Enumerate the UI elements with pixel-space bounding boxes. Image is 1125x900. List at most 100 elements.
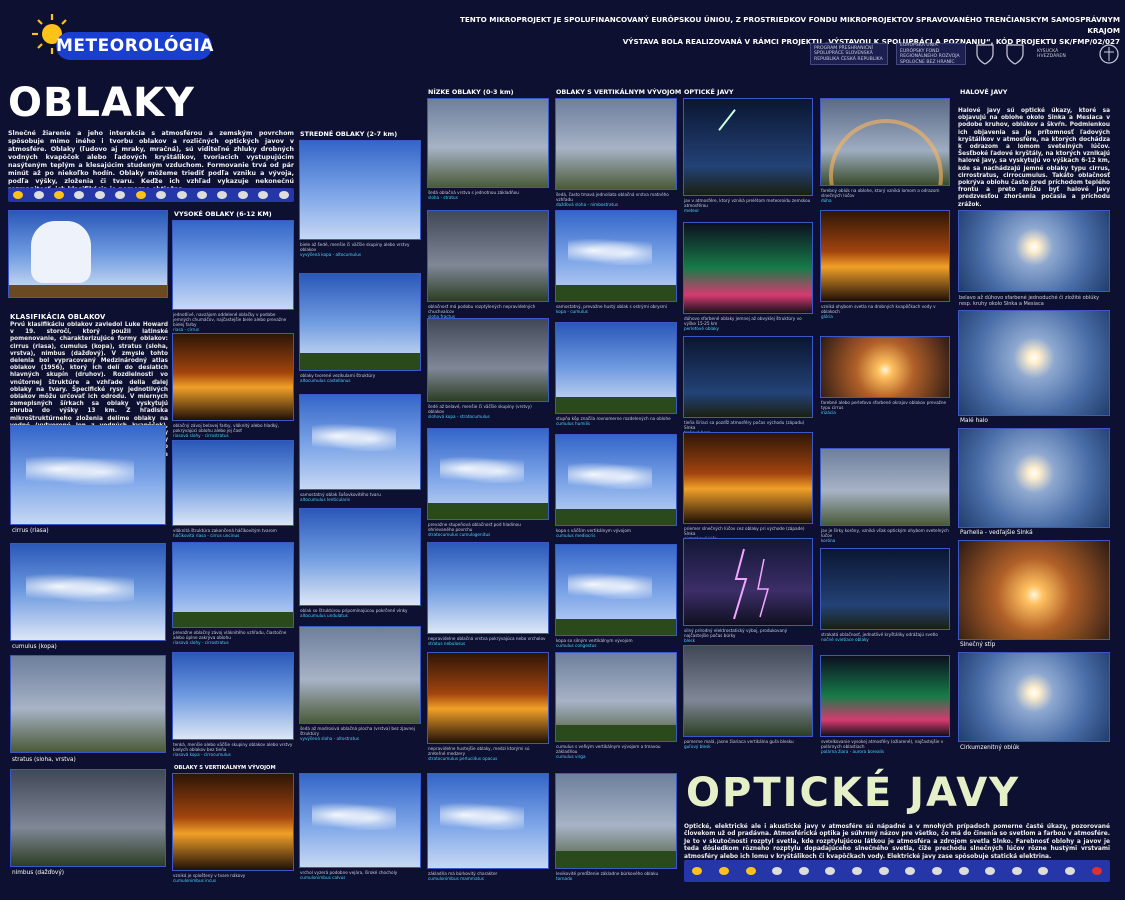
caption-opt-11: strakatá oblačnosť, jednotlivé kryštálik… [821,632,938,642]
photo-opt-10 [820,448,950,526]
caption-ver-3: stupňa kôp značila rovnomerne rozdelenýc… [556,416,671,426]
heading-vertikal-2: OBLAKY S VERTIKÁLNYM VÝVOJOM [174,765,276,771]
photo-cirrus [10,425,166,525]
caption-opt-1: jav v atmosfére, ktorý vzniká prelétom m… [684,198,811,213]
caption-niz-3: šedé až belavé, menšie či väčšie skupiny… [428,404,532,419]
photo-str-2 [299,273,421,371]
cloud-icon [33,191,44,199]
caption-halo-1: belavo až dúhovo sfarbené jednoduché či … [959,295,1100,307]
heading-vysoke-oblaky: VYSOKÉ OBLAKY (6-12 KM) [174,210,272,218]
photo-halo-2 [958,310,1110,416]
sun-icon [718,867,729,875]
cloud-icon [217,191,228,199]
caption-str-4: oblak so štruktúrou pripomínajúcou pokrč… [300,608,408,618]
photo-stratus [10,655,166,753]
photo-ver-5 [555,544,677,636]
weather-icon-bar [8,188,294,202]
snow-icon [1011,867,1022,875]
project-line-1: TENTO MIKROPROJEKT JE SPOLUFINANCOVANÝ E… [459,15,1120,35]
ice-icon [1065,867,1076,875]
photo-str-3 [299,394,421,490]
label-cirrus: cirrus (riasa) [12,528,49,534]
snow-icon [931,867,942,875]
intro-text: Slnečné žiarenie a jeho interakcia s atm… [8,130,294,193]
sun-icon [13,191,24,199]
storm-icon [905,867,916,875]
photo-opt-8 [820,210,950,302]
photo-ver-3 [555,322,677,414]
thermometer-icon [1091,867,1102,875]
heading-nizke-oblaky: NÍZKE OBLAKY (0-3 km) [428,88,514,96]
caption-vys-3: vláknitá štruktúra zakončená háčikovitým… [173,528,277,538]
caption-niz-7: základňa má búrkovitý charakter cumulonim… [428,871,498,881]
photo-opt-4 [683,432,813,524]
photo-ver-7 [555,773,677,869]
caption-opt-12: svetelkovanie vysokej atmosféry (ožiaren… [821,739,944,754]
cloud-icon [825,867,836,875]
opticke-text: Optické, elektrické ale i akustické javy… [684,824,1110,860]
caption-str-3: samostatný oblak šošovkovitého tvaru alto… [300,492,381,502]
hail-icon [1038,867,1049,875]
label-stratus: stratus (sloha, vrstva) [12,757,76,763]
photo-nimbus [10,769,166,867]
photo-halo-5 [958,652,1110,742]
title-opticke-javy: OPTICKÉ JAVY [686,770,1021,816]
sun-icon [745,867,756,875]
photo-vys-5 [172,652,294,740]
cloud-icon [772,867,783,875]
photo-halo-3 [958,428,1110,528]
cloud-icon [958,867,969,875]
caption-ver-6: cumulus s veľkým vertikálnym vývojom a t… [556,744,661,759]
caption-vys-2: oblačný závoj belavej farby, vláknitý al… [173,423,279,438]
heading-halove-javy: HALOVÉ JAVY [960,88,1008,96]
label-nimbus: nimbus (dažďový) [12,870,65,876]
storm-icon [197,191,207,199]
caption-vys-4: prevažne oblačný závoj vláknitého vzhľad… [173,630,287,645]
meteorologia-logo: METEOROLÓGIA [56,32,213,60]
photo-niz-2 [427,210,549,302]
caption-niz-2: oblačnosť má podobu rozptýlených nepravi… [428,304,536,319]
caption-vv-2: vrchol vyzerá podobne vejára, široké cho… [300,870,398,880]
partner-logo-eu: EURÓPSKA ÚNIA EURÓPSKY FOND REGIONÁLNEHO… [896,43,966,65]
caption-opt-9: farebné alebo perleťovo sfarbené okrajov… [821,400,947,415]
photo-vv-1 [172,773,294,871]
caption-opt-2: dúhovo sfarbené oblaky jemnej až obvykle… [684,316,802,331]
partner-logo-program: PROGRAM PŘESHRANIČNÍ SPOLUPRÁCE SLOVENSK… [810,43,888,65]
label-cirkumzenitny: Cirkumzenitný oblúk [960,745,1020,751]
caption-niz-1: šedá oblačná vrstva s jednotnou základňo… [428,190,519,200]
photo-niz-6 [427,652,549,744]
photo-opt-5 [683,538,813,626]
photo-niz-1 [427,98,549,188]
cloud-icon [258,191,269,199]
fog-icon [852,867,863,875]
caption-niz-6: nepravidelne hustejšie oblaky, medzi kto… [428,746,530,761]
weather-icon-bar-bottom [684,860,1110,882]
caption-opt-10: jav je šírky koróny, vzniká však optický… [821,528,949,543]
heading-opticke-javy: OPTICKÉ JAVY [684,88,734,96]
partner-logos: PROGRAM PŘESHRANIČNÍ SPOLUPRÁCE SLOVENSK… [750,40,1120,68]
photo-niz-4 [427,428,549,520]
caption-ver-4: kopa s väčším vertikálnym vývojom cumulus… [556,528,632,538]
heading-stredne-oblaky: STREDNÉ OBLAKY (2-7 km) [300,130,398,138]
coat-of-arms-icon-2 [1006,44,1024,65]
photo-opt-1 [683,98,813,196]
caption-vys-1: jednotlivé, navzájom oddelené oblačky v … [173,312,287,332]
photo-vv-2 [299,773,421,868]
photo-opt-9 [820,336,950,398]
photo-opt-11 [820,548,950,630]
caption-vv-1: vzniká je splošťený v tvare nákovy cumulo… [173,873,246,883]
photo-vys-3 [172,440,294,526]
photo-niz-3 [427,318,549,402]
caption-str-1: biele až šedé, menšie či väčšie skupiny … [300,242,410,257]
caption-str-5: šedá až modrosivá oblačná plocha (vrstva… [300,726,415,741]
photo-opt-6 [683,645,813,737]
rain-icon [798,867,809,875]
rain-icon [94,191,105,199]
caption-opt-6: pomerne malá, jasne žiariaca vertikálna … [684,739,794,749]
label-male-halo: Malé halo [960,418,988,424]
photo-str-1 [299,140,421,240]
photo-opt-7 [820,98,950,186]
sun-icon [135,191,146,199]
heading-vertikal-oblaky: OBLAKY S VERTIKÁLNYM VÝVOJOM [556,88,682,96]
klasifikacia-heading: KLASIFIKÁCIA OBLAKOV [10,313,106,321]
